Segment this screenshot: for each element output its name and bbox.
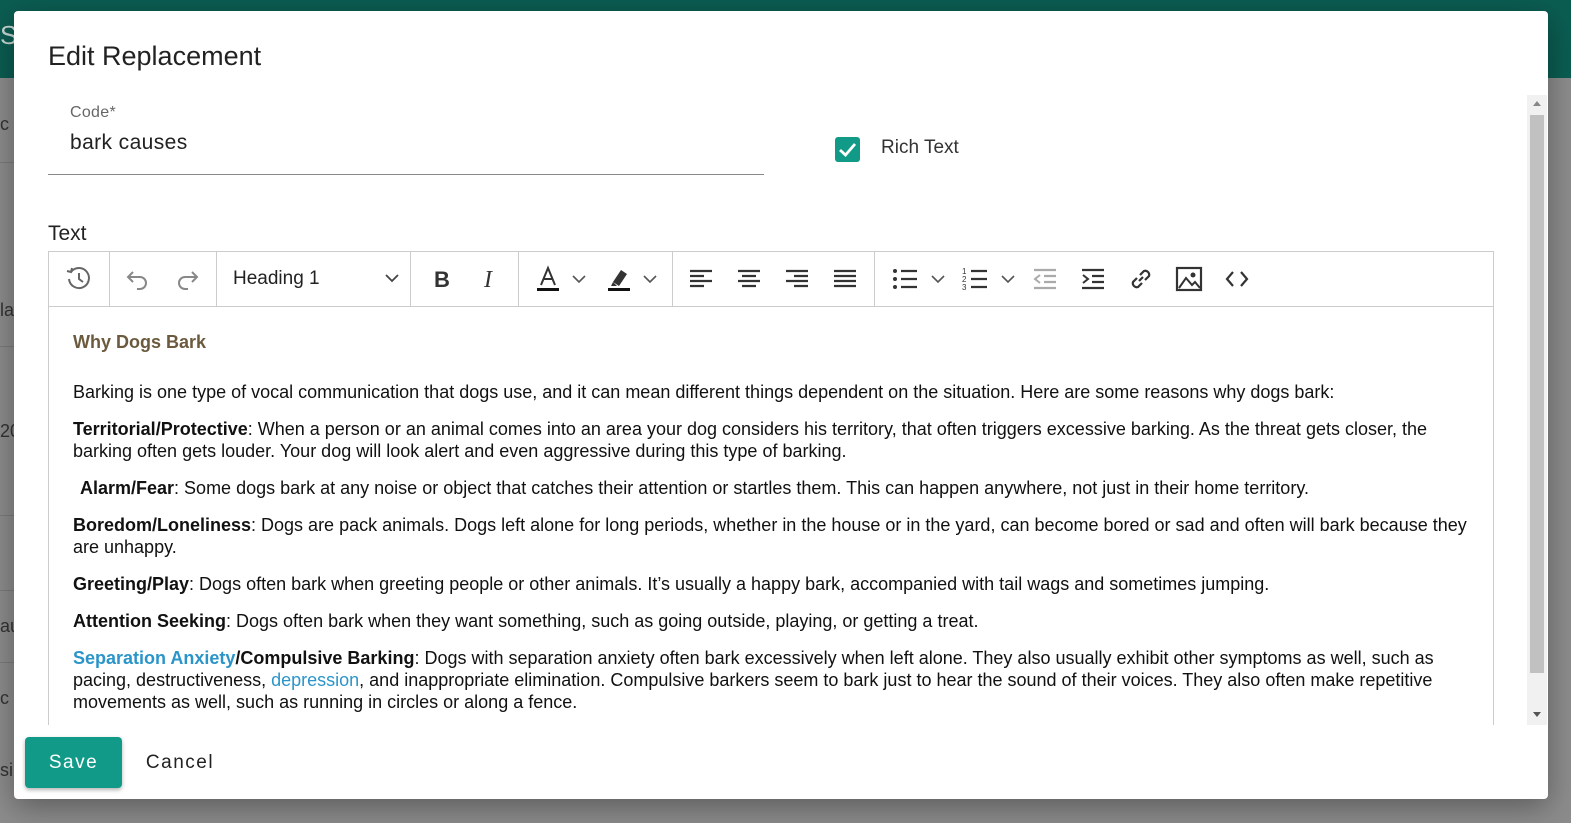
italic-icon[interactable]: I	[471, 261, 507, 297]
depression-link[interactable]: depression	[271, 670, 359, 690]
content-intro: Barking is one type of vocal communicati…	[73, 382, 1335, 402]
outdent-icon[interactable]	[1027, 261, 1063, 297]
code-input[interactable]: bark causes	[70, 131, 188, 155]
svg-text:3: 3	[962, 283, 967, 292]
svg-text:B: B	[434, 267, 450, 291]
content-paragraph: Greeting/Play: Dogs often bark when gree…	[73, 573, 1469, 595]
content-term: Territorial/Protective	[73, 419, 248, 439]
svg-text:I: I	[483, 267, 493, 291]
bold-icon[interactable]: B	[423, 261, 459, 297]
checkmark-icon	[839, 143, 857, 158]
toolbar-separator	[672, 252, 673, 306]
numbered-list-icon[interactable]: 123	[957, 261, 993, 297]
content-text: : Dogs often bark when they want somethi…	[226, 611, 979, 631]
chevron-down-icon[interactable]	[996, 261, 1020, 297]
background-fragment: c	[0, 114, 9, 134]
scroll-up-arrow-icon[interactable]	[1533, 101, 1541, 106]
save-button[interactable]: Save	[25, 737, 122, 788]
content-paragraph: Boredom/Loneliness: Dogs are pack animal…	[73, 514, 1469, 558]
align-left-icon[interactable]	[683, 261, 719, 297]
content-text: : When a person or an animal comes into …	[73, 419, 1428, 461]
content-paragraph: Territorial/Protective: When a person or…	[73, 418, 1469, 462]
scroll-down-arrow-icon[interactable]	[1533, 712, 1541, 717]
background-divider	[0, 346, 14, 347]
toolbar-separator	[216, 252, 217, 306]
background-divider	[0, 162, 14, 163]
rich-text-label[interactable]: Rich Text	[881, 137, 959, 159]
edit-replacement-dialog: Edit Replacement Code* bark causes Rich …	[14, 11, 1548, 799]
background-fragment: au	[0, 616, 14, 636]
chevron-down-icon[interactable]	[638, 261, 662, 297]
code-field-label: Code*	[70, 104, 116, 121]
highlight-icon[interactable]	[601, 261, 637, 297]
content-term: /Compulsive Barking	[235, 648, 415, 668]
chevron-down-icon[interactable]	[567, 261, 591, 297]
code-field[interactable]: Code* bark causes	[48, 104, 764, 175]
rich-text-editor: Heading 1 B I 1 2 3 Why Dogs Bark Barkin…	[48, 251, 1494, 725]
content-term: Alarm/Fear	[80, 478, 175, 498]
content-text: : Dogs are pack animals. Dogs left alone…	[73, 515, 1467, 557]
heading-select-value: Heading 1	[233, 268, 320, 289]
dialog-title: Edit Replacement	[48, 41, 262, 71]
background-divider	[0, 662, 14, 663]
editor-toolbar: Heading 1 B I 1 2 3	[49, 252, 1493, 307]
content-text: : Some dogs bark at any noise or object …	[174, 478, 1309, 498]
background-divider	[0, 515, 14, 516]
dialog-scrollbar[interactable]	[1527, 95, 1547, 725]
text-label: Text	[48, 222, 87, 245]
content-term: Attention Seeking	[73, 611, 227, 631]
scrollbar-thumb[interactable]	[1530, 115, 1544, 673]
background-fragment: la	[0, 300, 14, 320]
background-fragment: c	[0, 688, 9, 708]
font-color-icon[interactable]	[530, 261, 566, 297]
cancel-button[interactable]: Cancel	[134, 737, 226, 788]
content-term: Boredom/Loneliness	[73, 515, 252, 535]
toolbar-separator	[410, 252, 411, 306]
background-fragment: si	[0, 760, 13, 780]
history-icon[interactable]	[61, 261, 97, 297]
dialog-scroll-area: Code* bark causes Rich Text Text Heading…	[14, 95, 1548, 725]
background-fragment: 20	[0, 421, 14, 441]
content-term: Greeting/Play	[73, 574, 190, 594]
chevron-down-icon	[385, 274, 399, 283]
separation-anxiety-link[interactable]: Separation Anxiety	[73, 648, 235, 668]
content-heading: Why Dogs Bark	[73, 332, 207, 352]
background-header-fragment: S	[0, 20, 14, 50]
indent-icon[interactable]	[1075, 261, 1111, 297]
image-icon[interactable]	[1171, 261, 1207, 297]
link-icon[interactable]	[1123, 261, 1159, 297]
align-center-icon[interactable]	[731, 261, 767, 297]
toolbar-separator	[109, 252, 110, 306]
align-right-icon[interactable]	[779, 261, 815, 297]
content-paragraph: Separation Anxiety/Compulsive Barking: D…	[73, 647, 1469, 713]
toolbar-separator	[874, 252, 875, 306]
source-code-icon[interactable]	[1219, 261, 1255, 297]
undo-icon[interactable]	[120, 261, 156, 297]
background-divider	[0, 590, 14, 591]
redo-icon[interactable]	[169, 261, 205, 297]
bullet-list-icon[interactable]	[887, 261, 923, 297]
heading-select[interactable]: Heading 1	[233, 252, 413, 306]
toolbar-separator	[518, 252, 519, 306]
editor-content[interactable]: Why Dogs Bark Barking is one type of voc…	[49, 307, 1493, 725]
content-paragraph: Alarm/Fear: Some dogs bark at any noise …	[73, 477, 1469, 499]
chevron-down-icon[interactable]	[926, 261, 950, 297]
content-text: : Dogs often bark when greeting people o…	[189, 574, 1270, 594]
content-paragraph: Attention Seeking: Dogs often bark when …	[73, 610, 1469, 632]
justify-icon[interactable]	[827, 261, 863, 297]
rich-text-checkbox[interactable]	[835, 137, 860, 162]
